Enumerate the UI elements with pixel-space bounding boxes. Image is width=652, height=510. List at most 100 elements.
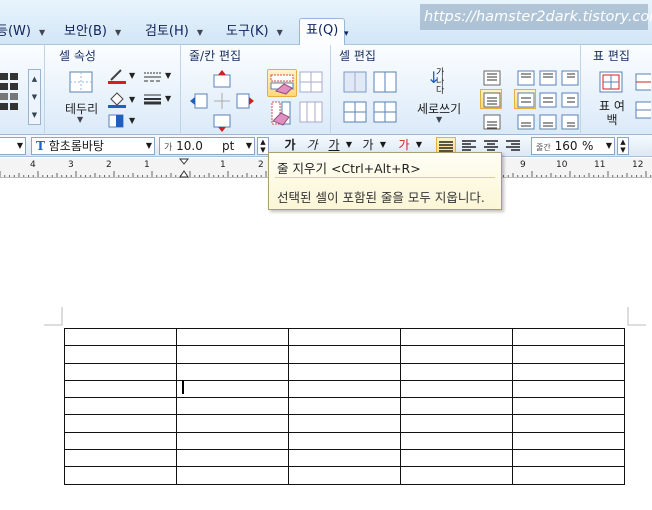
table-margin-icon[interactable] [599,71,623,93]
table-cell[interactable] [64,397,177,416]
cell-grid-icon[interactable] [343,101,367,123]
table-cell[interactable] [400,414,513,433]
split-cells-icon[interactable] [373,71,397,93]
table-cell[interactable] [400,379,513,399]
table-cell[interactable] [288,431,401,451]
table-cell[interactable] [176,449,289,468]
table-cell[interactable] [64,362,177,381]
table-cell[interactable] [64,431,177,451]
align-middle-justify-icon[interactable] [539,92,557,108]
style-select[interactable]: ▼ [0,137,26,155]
menu-item-view[interactable]: 등(W) ▼ [0,22,45,44]
table-cell[interactable] [288,362,401,381]
table-cell[interactable] [512,466,625,485]
indent-marker-bottom[interactable] [179,170,189,178]
table-cell[interactable] [64,345,177,364]
align-bottom-center-icon[interactable] [517,114,535,130]
table-insert-icon[interactable] [635,73,651,91]
menu-item-review[interactable]: 검토(H) ▼ [145,22,203,44]
align-top-center-icon[interactable] [517,70,535,86]
align-top-left-icon[interactable] [483,70,501,86]
align-middle-center-button[interactable] [514,89,536,109]
chevron-down-icon[interactable]: ▼ [165,94,171,103]
insert-row-above-icon[interactable] [211,69,233,89]
table-cell[interactable] [176,466,289,485]
fill-bucket-icon[interactable] [107,91,127,109]
chevron-down-icon[interactable]: ▼ [436,115,442,124]
cell-style-swatch-icon[interactable] [0,73,26,117]
cell-block-icon[interactable] [373,101,397,123]
table-cell[interactable] [400,449,513,468]
table-cell[interactable] [512,327,625,347]
insert-column-left-icon[interactable] [189,91,211,111]
table-margin-label[interactable]: 표 여백 [597,99,627,127]
table-cell[interactable] [176,414,289,433]
chevron-down-icon[interactable]: ▼ [129,95,135,104]
table-cell[interactable] [176,327,289,347]
align-middle-left-button[interactable] [480,89,502,109]
table-cell[interactable] [512,449,625,468]
table-cell[interactable] [512,414,625,433]
table-cell[interactable] [512,345,625,364]
table-cell[interactable] [176,397,289,416]
chevron-down-icon[interactable]: ▼ [129,116,135,125]
font-size-input[interactable]: 가 10.0 pt ▼ [159,137,255,155]
merge-cells-icon[interactable] [343,71,367,93]
table-cell[interactable] [64,449,177,468]
chevron-down-icon[interactable]: ▼ [77,115,83,124]
menu-item-tools[interactable]: 도구(K) ▼ [226,22,283,44]
insert-row-below-icon[interactable] [211,113,233,133]
table-cell[interactable] [512,397,625,416]
table-cell[interactable] [288,379,401,399]
table-cell[interactable] [400,431,513,451]
font-name-select[interactable]: T 함초롬바탕 ▼ [31,137,155,155]
table-cell[interactable] [512,431,625,451]
align-top-justify-icon[interactable] [539,70,557,86]
vertical-text-icon[interactable]: ↓ 가나다 [427,69,449,96]
table-cell[interactable] [400,466,513,485]
move-cell-icon[interactable] [211,91,233,111]
chevron-down-icon[interactable]: ▼ [165,71,171,80]
line-spacing-spinner[interactable]: ▲ ▼ [617,137,629,155]
table-cell[interactable] [288,414,401,433]
indent-marker-top[interactable] [178,158,190,165]
delete-column-icon[interactable] [269,101,295,127]
line-style-icon[interactable] [143,71,163,83]
cell-style-scroll[interactable]: ▲ ▼ ▼ [28,69,41,125]
table-cell[interactable] [400,362,513,381]
table-cell[interactable] [176,345,289,364]
table-cell[interactable] [400,327,513,347]
table-cell[interactable] [512,379,625,399]
table-cell[interactable] [288,449,401,468]
table-cell[interactable] [64,466,177,485]
split-column-icon[interactable] [299,101,323,125]
insert-column-right-icon[interactable] [233,91,255,111]
menu-item-table[interactable]: 표(Q) [299,18,346,45]
split-row-icon[interactable] [299,71,323,95]
align-bottom-justify-icon[interactable] [539,114,557,130]
table-cell[interactable] [64,414,177,433]
border-icon[interactable] [69,71,93,93]
table-cell[interactable] [288,345,401,364]
table-cell[interactable] [512,362,625,381]
document-area[interactable] [0,179,652,510]
table-cell[interactable] [288,327,401,347]
table-cell[interactable] [400,397,513,416]
table-attr-icon[interactable] [635,101,651,119]
align-right-button[interactable] [504,137,522,155]
align-middle-right-icon[interactable] [561,92,579,108]
table-cell[interactable] [400,345,513,364]
menu-item-security[interactable]: 보안(B) ▼ [64,22,121,44]
pen-color-icon[interactable] [107,67,127,85]
document-table[interactable] [64,327,625,485]
table-cell[interactable] [176,379,289,399]
cell-shade-icon[interactable] [107,113,127,129]
line-spacing-input[interactable]: 줄간 160 % ▼ [531,137,615,155]
table-cell[interactable] [64,327,177,347]
align-bottom-left-icon[interactable] [483,114,501,130]
align-bottom-right-icon[interactable] [561,114,579,130]
table-cell[interactable] [288,466,401,485]
table-cell[interactable] [64,379,177,399]
table-cell[interactable] [288,397,401,416]
menu-overflow-button[interactable]: ▾ [344,24,349,46]
